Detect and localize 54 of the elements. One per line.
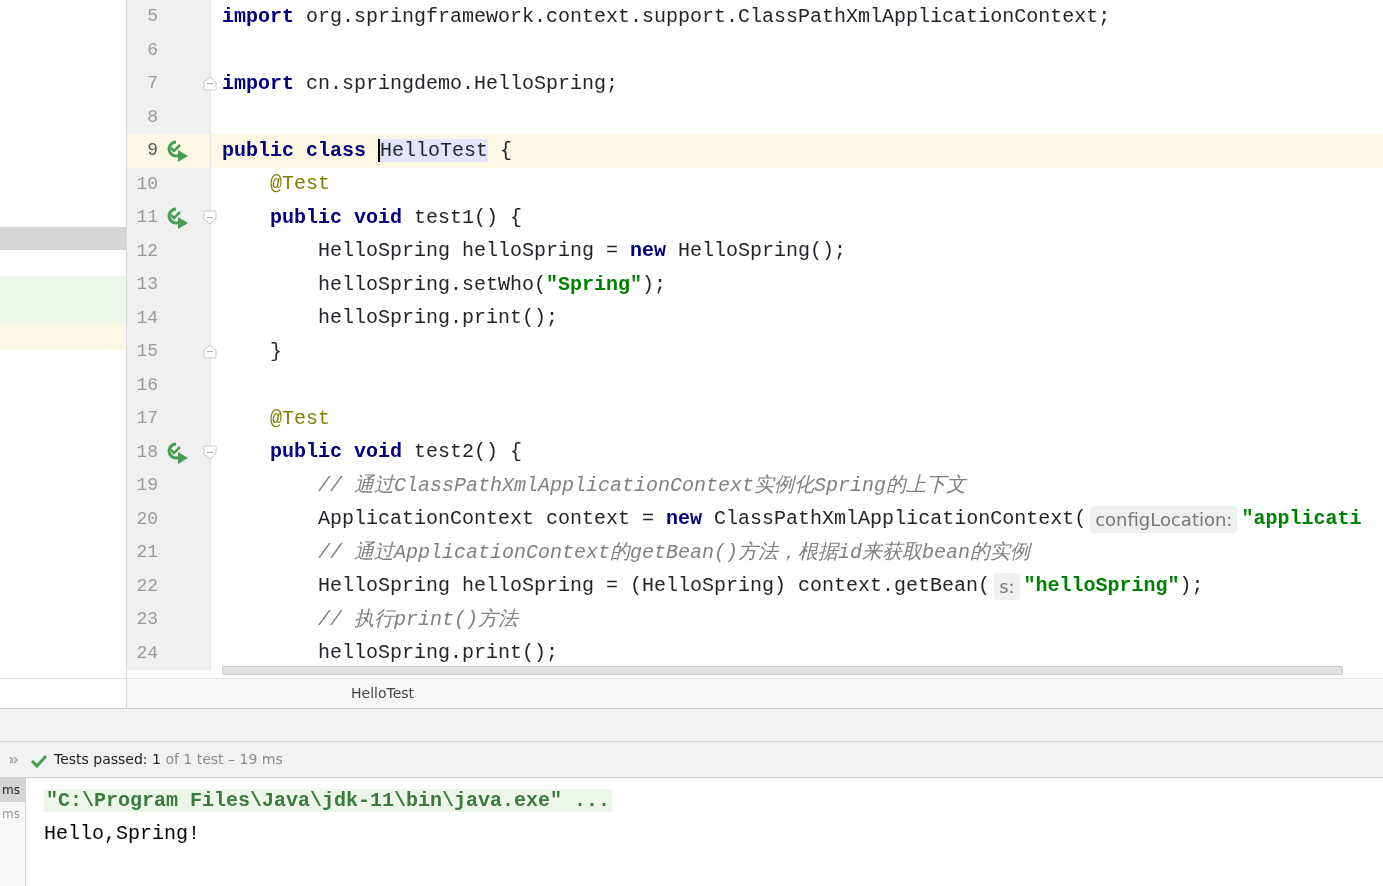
code-text: // 通过ClassPathXmlApplicationContext实例化Spring的上下文 xyxy=(317,472,967,499)
line-number: 9 xyxy=(146,139,158,163)
line-number: 20 xyxy=(135,507,158,531)
line-number: 17 xyxy=(135,407,158,431)
line-number: 7 xyxy=(146,72,158,96)
side-tab[interactable]: ms xyxy=(0,778,25,802)
line-number: 5 xyxy=(146,5,158,29)
code-text: HelloSpring helloSpring = new HelloSpring(); xyxy=(317,238,847,265)
line-number: 8 xyxy=(146,105,158,129)
fold-icon[interactable] xyxy=(203,76,217,92)
line-number: 22 xyxy=(135,574,158,598)
line-number: 13 xyxy=(135,273,158,297)
code-text: public void test2() { xyxy=(269,439,523,466)
parameter-hint: s: xyxy=(994,572,1020,600)
code-text: helloSpring.print(); xyxy=(317,305,559,332)
fold-icon[interactable] xyxy=(203,444,217,460)
console-command: "C:\Program Files\Java\jdk-11\bin\java.exe" ... xyxy=(44,789,613,812)
run-icon[interactable] xyxy=(166,139,190,163)
scrollbar[interactable] xyxy=(222,666,1343,675)
test-status-text: Tests passed: 1 of 1 test – 19 ms xyxy=(54,750,283,769)
line-number: 23 xyxy=(135,608,158,632)
line-number: 10 xyxy=(135,172,158,196)
code-text: "helloSpring"); xyxy=(1023,573,1204,600)
run-icon[interactable] xyxy=(166,206,190,230)
code-text: // 通过ApplicationContext的getBean()方法，根据id来获取bean的实例 xyxy=(317,539,1031,566)
line-number: 6 xyxy=(146,38,158,62)
line-number: 12 xyxy=(135,239,158,263)
code-text: import org.springframework.context.support.ClassPathXmlApplicationContext; xyxy=(222,3,1111,30)
code-text: public void test1() { xyxy=(269,204,523,231)
code-text: helloSpring.setWho("Spring"); xyxy=(317,271,667,298)
code-text: public class HelloTest { xyxy=(222,137,513,164)
code-text: @Test xyxy=(269,171,331,198)
code-text: // 执行print()方法 xyxy=(317,606,519,633)
run-icon[interactable] xyxy=(166,440,190,465)
parameter-hint: configLocation: xyxy=(1090,505,1238,533)
console-output: Hello,Spring! xyxy=(44,822,201,845)
line-number: 21 xyxy=(135,541,158,565)
line-number: 14 xyxy=(135,306,158,330)
line-number: 18 xyxy=(135,440,158,464)
fold-icon[interactable] xyxy=(203,344,217,360)
line-number: 24 xyxy=(135,641,158,665)
line-number: 19 xyxy=(135,474,158,498)
code-text: } xyxy=(269,338,282,365)
code-text: @Test xyxy=(269,405,331,432)
code-text: helloSpring.print(); xyxy=(317,640,559,667)
code-text: ApplicationContext context = new ClassPathXmlApplicationContext( xyxy=(317,506,1087,533)
code-text: HelloSpring helloSpring = (HelloSpring) context.getBean( xyxy=(317,573,991,600)
line-number: 15 xyxy=(135,340,158,364)
line-number: 11 xyxy=(135,206,158,230)
code-text: import cn.springdemo.HelloSpring; xyxy=(222,70,619,97)
breadcrumb[interactable]: HelloTest xyxy=(351,683,415,704)
line-number: 16 xyxy=(135,373,158,397)
code-text: "applicati xyxy=(1241,506,1362,533)
fold-icon[interactable] xyxy=(203,210,217,226)
